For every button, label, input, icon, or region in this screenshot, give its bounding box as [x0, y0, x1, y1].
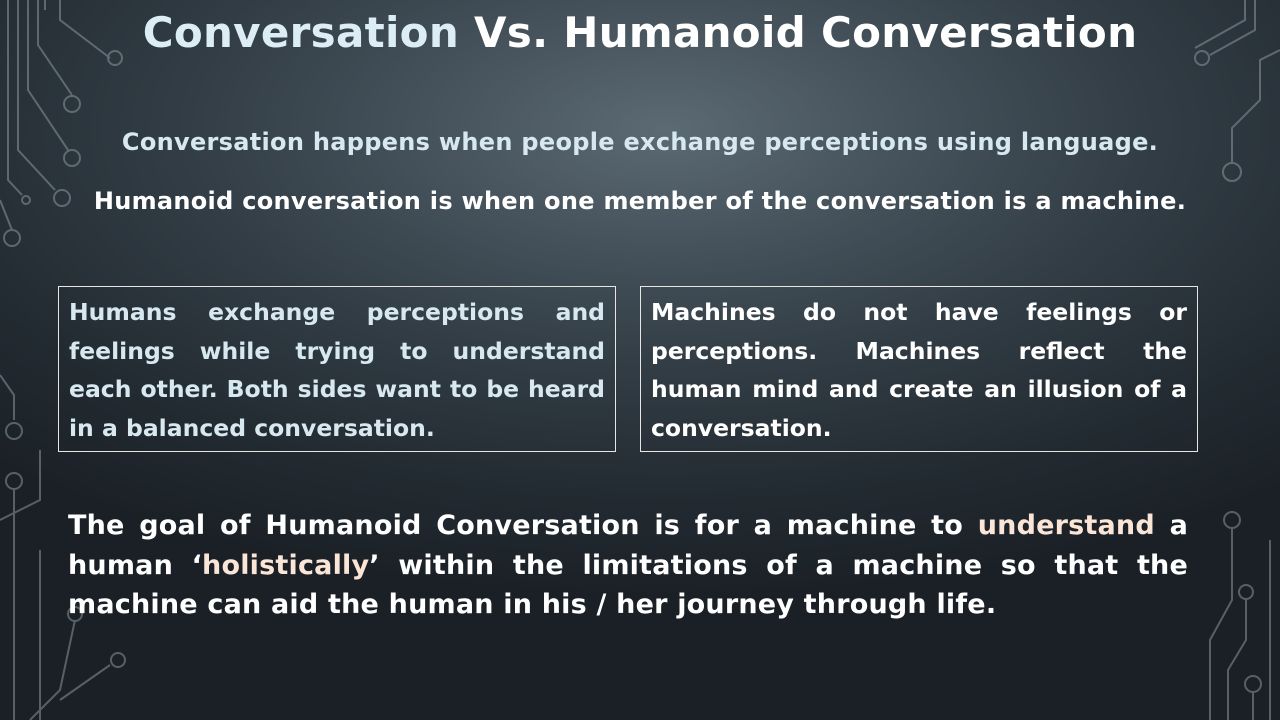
goal-statement: The goal of Humanoid Conversation is for…	[68, 506, 1188, 625]
humans-box: Humans exchange perceptions and feelings…	[58, 286, 616, 452]
highlight-understand: understand	[977, 510, 1155, 541]
machines-box: Machines do not have feelings or percept…	[640, 286, 1198, 452]
goal-text-1: The goal of Humanoid Conversation is for…	[68, 510, 978, 541]
definition-conversation: Conversation happens when people exchang…	[121, 128, 1159, 156]
slide-title: Conversation Vs. Humanoid Conversation	[0, 8, 1280, 57]
highlight-holistically: holistically	[202, 549, 370, 581]
definition-humanoid-conversation: Humanoid conversation is when one member…	[93, 187, 1187, 215]
humans-box-text: Humans exchange perceptions and feelings…	[69, 298, 605, 442]
title-part-conversation: Conversation	[142, 8, 460, 57]
machines-box-text: Machines do not have feelings or percept…	[651, 298, 1187, 442]
slide: Conversation Vs. Humanoid Conversation C…	[0, 0, 1280, 720]
title-part-humanoid: Vs. Humanoid Conversation	[473, 8, 1138, 57]
